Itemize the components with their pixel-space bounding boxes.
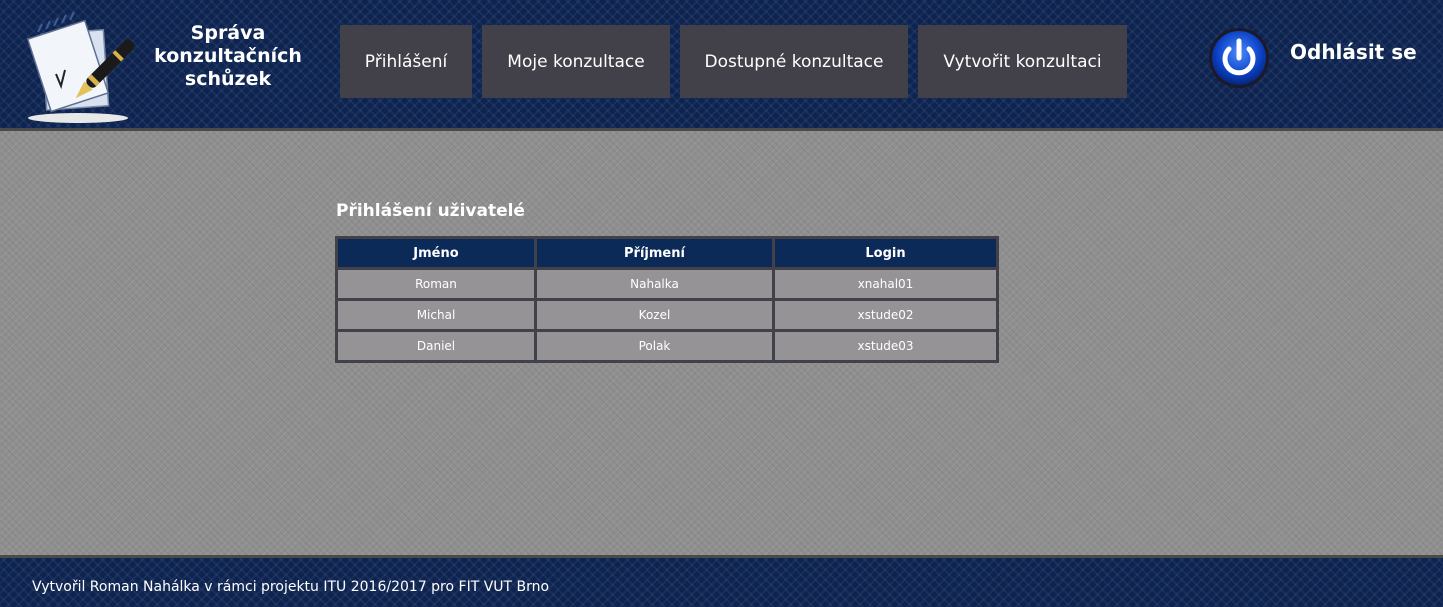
cell-last-name: Nahalka [534,267,775,301]
cell-first-name: Daniel [335,329,537,363]
logged-users-table: Jméno Příjmení Login Roman Nahalka xnaha… [335,236,999,363]
cell-login: xstude02 [772,298,999,332]
cell-first-name: Michal [335,298,537,332]
cell-login: xstude03 [772,329,999,363]
column-header-first-name: Jméno [335,236,537,270]
brand-title: Správa konzultačních schůzek [154,22,302,90]
column-header-last-name: Příjmení [534,236,775,270]
table-row: Daniel Polak xstude03 [335,329,999,363]
column-header-login: Login [772,236,999,270]
nav-available-consultations-button[interactable]: Dostupné konzultace [680,25,908,98]
nav-login-button[interactable]: Přihlášení [340,25,472,98]
main-content: Přihlášení uživatelé Jméno Příjmení Logi… [0,131,1443,556]
footer: Vytvořil Roman Nahálka v rámci projektu … [0,555,1443,607]
footer-credits: Vytvořil Roman Nahálka v rámci projektu … [32,579,550,595]
header: Správa konzultačních schůzek Přihlášení … [0,0,1443,131]
table-row: Michal Kozel xstude02 [335,298,999,332]
cell-first-name: Roman [335,267,537,301]
table-header-row: Jméno Příjmení Login [335,236,999,270]
nav-create-consultation-button[interactable]: Vytvořit konzultaci [918,25,1127,98]
cell-last-name: Kozel [534,298,775,332]
logout-link[interactable]: Odhlásit se [1290,40,1417,64]
notepad-pen-icon[interactable] [24,10,148,124]
nav-my-consultations-button[interactable]: Moje konzultace [482,25,670,98]
cell-last-name: Polak [534,329,775,363]
table-row: Roman Nahalka xnahal01 [335,267,999,301]
power-icon[interactable] [1208,27,1270,89]
page-title: Přihlášení uživatelé [336,201,525,221]
cell-login: xnahal01 [772,267,999,301]
